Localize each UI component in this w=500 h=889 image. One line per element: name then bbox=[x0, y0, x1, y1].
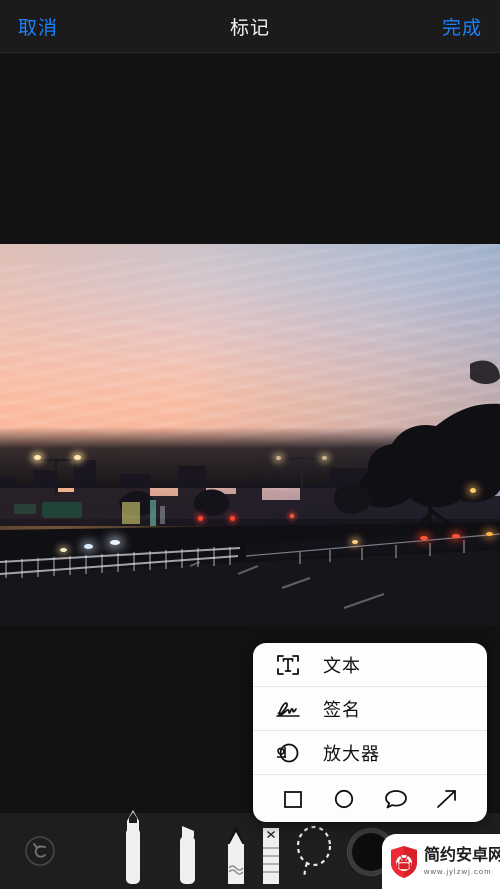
car-taillight bbox=[420, 536, 428, 540]
car-taillight bbox=[452, 534, 460, 538]
street-lamp-light bbox=[276, 456, 281, 460]
shop-sign-light bbox=[160, 506, 165, 524]
eraser-tool-icon[interactable] bbox=[258, 826, 284, 889]
markup-tools-popup[interactable]: 文本 签名 放大器 bbox=[253, 643, 487, 822]
shop-awning bbox=[14, 504, 36, 514]
background-window-light bbox=[470, 488, 476, 493]
speech-bubble-shape-icon[interactable] bbox=[381, 784, 411, 814]
car-headlight bbox=[60, 548, 67, 552]
car-taillight bbox=[352, 540, 358, 544]
android-shield-logo bbox=[389, 845, 419, 879]
car-headlight bbox=[110, 540, 120, 545]
watermark-url: www.jylzwj.com bbox=[424, 866, 492, 876]
watermark-text: 简约安卓网 www.jylzwj.com bbox=[424, 846, 500, 876]
watermark-title: 简约安卓网 bbox=[424, 846, 500, 864]
pencil-tool-icon[interactable] bbox=[222, 824, 250, 889]
traffic-light-red bbox=[230, 516, 235, 521]
arrow-shape-icon[interactable] bbox=[432, 784, 462, 814]
pen-tool-icon[interactable] bbox=[116, 808, 150, 889]
undo-icon[interactable] bbox=[24, 835, 56, 867]
popup-shape-row[interactable] bbox=[253, 775, 487, 822]
circle-shape-icon[interactable] bbox=[329, 784, 359, 814]
photo-image[interactable] bbox=[0, 244, 500, 626]
shop-sign-light bbox=[150, 500, 156, 526]
text-box-icon bbox=[271, 650, 305, 680]
markup-header-bar: 取消 标记 完成 bbox=[0, 0, 500, 53]
done-button[interactable]: 完成 bbox=[442, 13, 482, 40]
phone-screen: 取消 标记 完成 文本 签名 放大器 简约安卓网 www.jylzwj.com bbox=[0, 0, 500, 889]
popup-item-label: 签名 bbox=[323, 699, 361, 720]
cancel-button[interactable]: 取消 bbox=[18, 13, 58, 40]
street-lamp-light bbox=[34, 455, 41, 460]
popup-item-signature[interactable]: 签名 bbox=[253, 687, 487, 731]
page-title: 标记 bbox=[229, 17, 270, 39]
scene-silhouettes bbox=[0, 360, 500, 626]
traffic-light-red bbox=[198, 516, 203, 521]
street-lamp-light bbox=[74, 455, 81, 460]
magnifier-icon bbox=[271, 738, 305, 768]
signature-icon bbox=[271, 694, 305, 724]
lasso-tool-icon[interactable] bbox=[292, 822, 336, 883]
popup-item-magnifier[interactable]: 放大器 bbox=[253, 731, 487, 775]
watermark-overlay: 简约安卓网 www.jylzwj.com bbox=[382, 834, 500, 889]
shop-awning bbox=[42, 502, 82, 518]
marker-tool-icon[interactable] bbox=[170, 822, 204, 889]
traffic-light-red bbox=[290, 514, 294, 518]
square-shape-icon[interactable] bbox=[278, 784, 308, 814]
car-headlight bbox=[84, 544, 93, 549]
car-taillight bbox=[486, 532, 493, 536]
popup-item-label: 文本 bbox=[323, 655, 361, 676]
shop-sign-light bbox=[122, 502, 140, 524]
street-lamp-light bbox=[322, 456, 327, 460]
popup-item-label: 放大器 bbox=[323, 743, 380, 764]
popup-item-text[interactable]: 文本 bbox=[253, 643, 487, 687]
